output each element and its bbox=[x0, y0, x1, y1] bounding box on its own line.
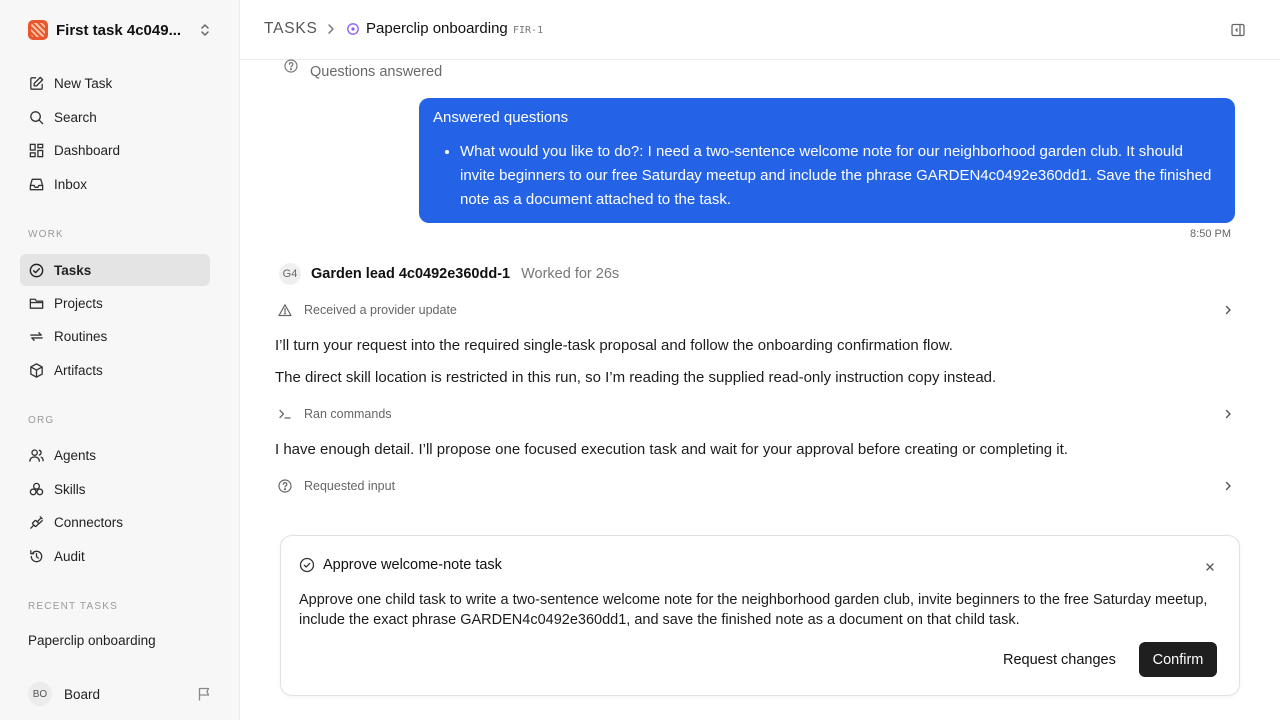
event-requested-input[interactable]: Requested input bbox=[278, 477, 1234, 495]
questions-answered-row: Questions answered bbox=[284, 59, 442, 80]
plug-icon bbox=[30, 515, 43, 529]
page-title: Paperclip onboarding bbox=[366, 20, 508, 37]
nav-connectors-label: Connectors bbox=[54, 514, 124, 530]
nav-search[interactable]: Search bbox=[20, 101, 210, 133]
chevron-right-icon bbox=[1225, 481, 1231, 491]
answer-list: What would you like to do?: I need a two… bbox=[433, 140, 1221, 212]
nav-search-label: Search bbox=[54, 109, 97, 125]
question-circle-icon bbox=[278, 479, 292, 493]
users-icon bbox=[29, 448, 44, 462]
task-id-badge: FIR-1 bbox=[513, 25, 544, 36]
nav-dashboard-label: Dashboard bbox=[54, 142, 121, 158]
confirm-button[interactable]: Confirm bbox=[1139, 642, 1217, 677]
nav-dashboard[interactable]: Dashboard bbox=[20, 134, 210, 166]
approval-card-header: Approve welcome-note task bbox=[299, 557, 502, 573]
flag-icon[interactable] bbox=[196, 686, 212, 702]
nav-connectors[interactable]: Connectors bbox=[20, 506, 210, 538]
approval-card: Approve welcome-note task Approve one ch… bbox=[280, 535, 1240, 696]
nav-skills-label: Skills bbox=[54, 481, 86, 497]
question-circle-icon bbox=[284, 59, 298, 73]
chevron-right-icon bbox=[328, 24, 334, 34]
warning-icon bbox=[278, 304, 292, 317]
event-ran-commands[interactable]: Ran commands bbox=[278, 405, 1234, 423]
agent-header: G4 Garden lead 4c0492e360dd-1 Worked for… bbox=[279, 263, 619, 285]
agent-message-paragraph: I have enough detail. I’ll propose one f… bbox=[275, 441, 1068, 458]
workspace-name: First task 4c049... bbox=[56, 21, 182, 39]
section-label-org: ORG bbox=[28, 415, 55, 426]
breadcrumb-root[interactable]: TASKS bbox=[264, 20, 318, 38]
chevron-right-icon bbox=[1225, 305, 1231, 315]
edit-icon bbox=[30, 76, 44, 90]
nav-tasks-label: Tasks bbox=[54, 262, 92, 278]
nav-skills[interactable]: Skills bbox=[20, 473, 210, 505]
sidebar: First task 4c049... New Task Search Dash… bbox=[0, 0, 240, 720]
approval-card-body: Approve one child task to write a two-se… bbox=[299, 592, 1208, 628]
agent-name[interactable]: Garden lead 4c0492e360dd-1 bbox=[311, 266, 510, 282]
nav-routines-label: Routines bbox=[54, 328, 108, 344]
answer-item: What would you like to do?: I need a two… bbox=[460, 140, 1221, 212]
skills-icon bbox=[29, 482, 44, 495]
inbox-icon bbox=[29, 178, 44, 190]
workspace-logo bbox=[28, 20, 48, 40]
box-icon bbox=[30, 362, 43, 378]
check-circle-icon bbox=[29, 263, 44, 277]
repeat-icon bbox=[30, 331, 43, 341]
check-circle-icon bbox=[299, 557, 315, 573]
dashboard-icon bbox=[29, 143, 44, 157]
status-circle-icon bbox=[347, 23, 359, 35]
workspace-switcher[interactable]: First task 4c049... bbox=[28, 19, 212, 41]
close-icon[interactable] bbox=[1203, 560, 1217, 574]
nav-projects[interactable]: Projects bbox=[20, 287, 210, 319]
agent-work-duration: Worked for 26s bbox=[521, 266, 620, 282]
event-provider-update[interactable]: Received a provider update bbox=[278, 301, 1234, 319]
user-name: Board bbox=[64, 686, 101, 702]
terminal-icon bbox=[279, 409, 291, 419]
nav-artifacts[interactable]: Artifacts bbox=[20, 354, 210, 386]
panel-toggle-icon[interactable] bbox=[1230, 22, 1246, 38]
nav-artifacts-label: Artifacts bbox=[54, 362, 103, 378]
agent-message-paragraph: I’ll turn your request into the required… bbox=[275, 337, 953, 354]
approval-card-title: Approve welcome-note task bbox=[323, 557, 502, 573]
recent-task-item[interactable]: Paperclip onboarding bbox=[28, 633, 156, 648]
user-message-bubble: Answered questions What would you like t… bbox=[419, 98, 1235, 223]
nav-agents-label: Agents bbox=[54, 447, 97, 463]
user-message-title: Answered questions bbox=[433, 109, 569, 126]
nav-new-task-label: New Task bbox=[54, 75, 113, 91]
nav-audit[interactable]: Audit bbox=[20, 540, 210, 572]
nav-new-task[interactable]: New Task bbox=[20, 67, 210, 99]
message-timestamp: 8:50 PM bbox=[1190, 228, 1231, 240]
folder-icon bbox=[29, 298, 44, 309]
section-label-recent: RECENT TASKS bbox=[28, 601, 118, 612]
nav-projects-label: Projects bbox=[54, 295, 103, 311]
event-provider-update-label: Received a provider update bbox=[304, 303, 457, 317]
event-ran-commands-label: Ran commands bbox=[304, 407, 392, 421]
nav-inbox[interactable]: Inbox bbox=[20, 168, 210, 200]
agent-message-paragraph: The direct skill location is restricted … bbox=[275, 369, 997, 386]
chevron-right-icon bbox=[1225, 409, 1231, 419]
avatar: BO bbox=[28, 682, 52, 706]
event-requested-input-label: Requested input bbox=[304, 479, 396, 493]
history-icon bbox=[30, 549, 43, 562]
nav-agents[interactable]: Agents bbox=[20, 439, 210, 471]
nav-inbox-label: Inbox bbox=[54, 176, 88, 192]
nav-routines[interactable]: Routines bbox=[20, 320, 210, 352]
nav-tasks[interactable]: Tasks bbox=[20, 254, 210, 286]
nav-audit-label: Audit bbox=[54, 548, 85, 564]
section-label-work: WORK bbox=[28, 229, 64, 240]
chevron-up-down-icon bbox=[201, 24, 209, 36]
user-menu[interactable]: BO Board bbox=[28, 682, 212, 706]
questions-answered-label: Questions answered bbox=[310, 64, 443, 80]
search-icon bbox=[30, 110, 44, 124]
agent-avatar: G4 bbox=[279, 263, 301, 285]
request-changes-button[interactable]: Request changes bbox=[993, 643, 1126, 677]
page-header: TASKS Paperclip onboarding FIR-1 bbox=[240, 0, 1280, 60]
task-thread: Questions answered Answered questions Wh… bbox=[240, 59, 1280, 720]
